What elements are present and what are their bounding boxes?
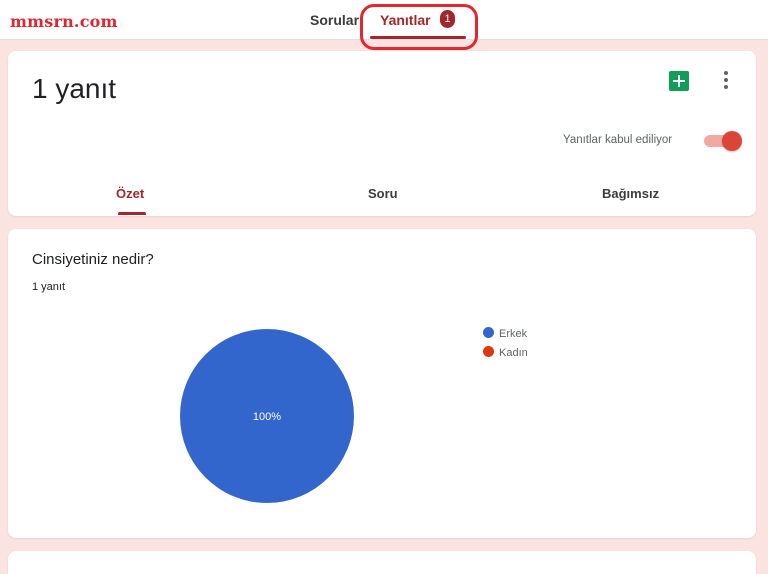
tab-questions[interactable]: Sorular bbox=[310, 12, 359, 28]
accepting-responses-label: Yanıtlar kabul ediliyor bbox=[563, 134, 673, 146]
question-card: Cinsiyetiniz nedir? 1 yanıt 100% Erkek K… bbox=[8, 229, 756, 538]
legend-item-erkek[interactable]: Erkek bbox=[483, 327, 527, 340]
summary-tab-indicator bbox=[118, 212, 146, 215]
legend-label-erkek: Erkek bbox=[499, 328, 528, 340]
next-question-card bbox=[8, 551, 756, 574]
pie-slice-label: 100% bbox=[253, 411, 281, 423]
legend-label-kadin: Kadın bbox=[499, 347, 528, 359]
annotation-highlight-ellipse bbox=[360, 4, 478, 50]
response-count-title: 1 yanıt bbox=[32, 73, 117, 104]
legend-dot-kadin bbox=[483, 346, 494, 357]
legend-item-kadin[interactable]: Kadın bbox=[483, 346, 528, 359]
toggle-knob bbox=[722, 131, 742, 151]
tab-question[interactable]: Soru bbox=[368, 186, 398, 201]
tab-individual[interactable]: Bağımsız bbox=[602, 186, 659, 201]
google-sheets-icon[interactable] bbox=[669, 71, 689, 91]
watermark: mmsrn.com bbox=[10, 12, 118, 31]
legend-dot-erkek bbox=[483, 327, 494, 338]
pie-chart: 100% bbox=[180, 329, 354, 503]
summary-card: 1 yanıt Yanıtlar kabul ediliyor Özet Sor… bbox=[8, 51, 756, 216]
more-vert-icon[interactable] bbox=[720, 71, 732, 93]
accepting-responses-toggle[interactable] bbox=[702, 131, 742, 151]
tab-summary[interactable]: Özet bbox=[116, 186, 144, 201]
